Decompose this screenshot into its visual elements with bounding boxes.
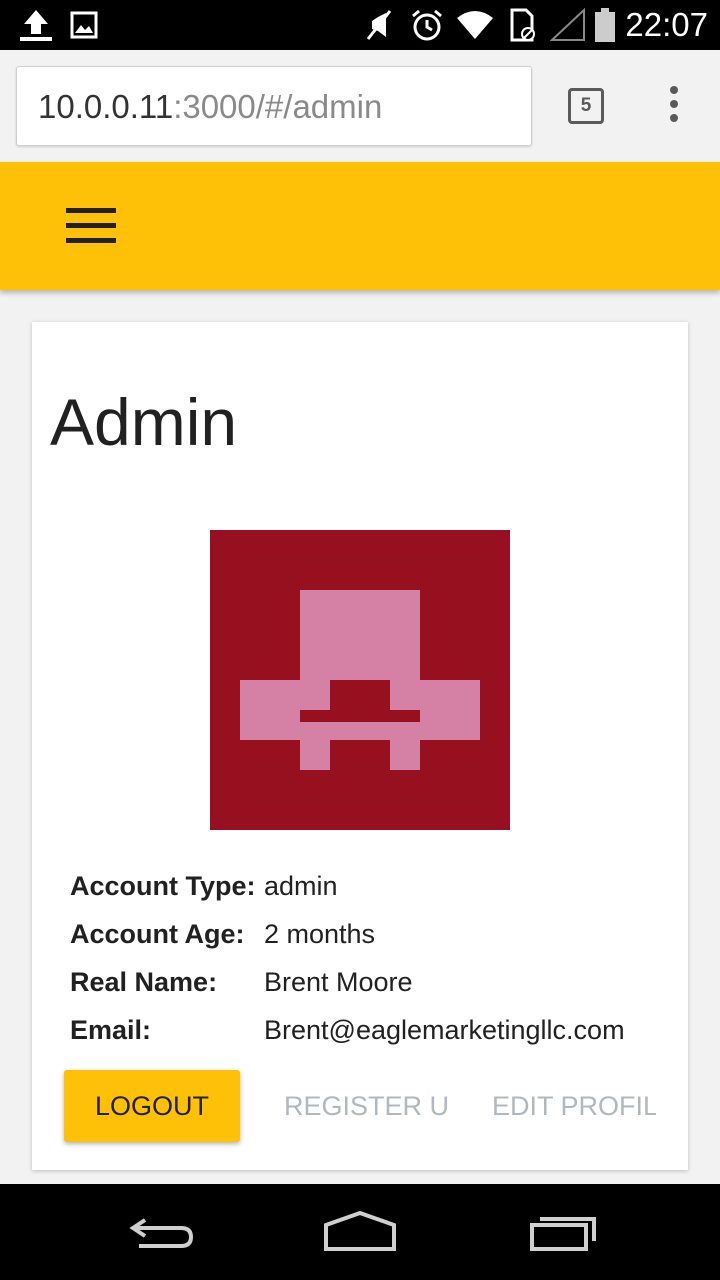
info-row-real-name: Real Name: Brent Moore	[70, 962, 690, 1010]
back-icon[interactable]	[120, 1184, 200, 1280]
signal-icon	[550, 0, 586, 50]
info-row-account-age: Account Age: 2 months	[70, 914, 690, 962]
real-name-value: Brent Moore	[264, 967, 413, 997]
account-age-label: Account Age:	[70, 919, 245, 949]
logout-button[interactable]: LOGOUT	[64, 1070, 240, 1142]
hamburger-icon[interactable]	[66, 208, 118, 244]
tab-switcher-button[interactable]: 5	[568, 88, 604, 124]
account-age-value: 2 months	[264, 919, 376, 949]
account-type-label: Account Type:	[70, 871, 256, 901]
info-row-account-type: Account Type: admin	[70, 866, 690, 914]
alarm-icon	[410, 0, 444, 50]
page-title: Admin	[50, 385, 238, 459]
url-host: 10.0.0.11	[38, 88, 174, 125]
system-nav-bar	[0, 1184, 720, 1280]
email-label: Email:	[70, 1015, 152, 1045]
app-bar	[0, 162, 720, 290]
upload-icon	[18, 0, 54, 50]
battery-icon	[594, 0, 616, 50]
recents-icon[interactable]	[522, 1184, 602, 1280]
account-info: Account Type: admin Account Age: 2 month…	[70, 866, 690, 1058]
sim-icon	[508, 0, 536, 50]
admin-card: Admin Account Type: admin Account Age: 2…	[32, 322, 688, 1170]
avatar	[210, 530, 510, 830]
status-bar: 22:07	[0, 0, 720, 50]
url-path: :3000/#/admin	[173, 88, 383, 125]
browser-toolbar: 10.0.0.11:3000/#/admin 5	[0, 50, 720, 162]
wifi-icon	[456, 0, 494, 50]
info-row-email: Email: Brent@eaglemarketingllc.com	[70, 1010, 690, 1058]
real-name-label: Real Name:	[70, 967, 218, 997]
edit-profile-button[interactable]: EDIT PROFILE	[492, 1070, 656, 1142]
email-value: Brent@eaglemarketingllc.com	[264, 1015, 625, 1045]
url-text: 10.0.0.11:3000/#/admin	[38, 67, 382, 147]
tab-count: 5	[580, 95, 592, 116]
overflow-menu-icon[interactable]	[664, 86, 684, 126]
home-icon[interactable]	[320, 1184, 400, 1280]
register-user-button[interactable]: REGISTER USER	[284, 1070, 448, 1142]
image-icon	[70, 0, 98, 50]
address-bar[interactable]: 10.0.0.11:3000/#/admin	[16, 66, 532, 146]
account-type-value: admin	[264, 871, 338, 901]
mute-icon	[364, 0, 394, 50]
clock: 22:07	[625, 6, 708, 43]
